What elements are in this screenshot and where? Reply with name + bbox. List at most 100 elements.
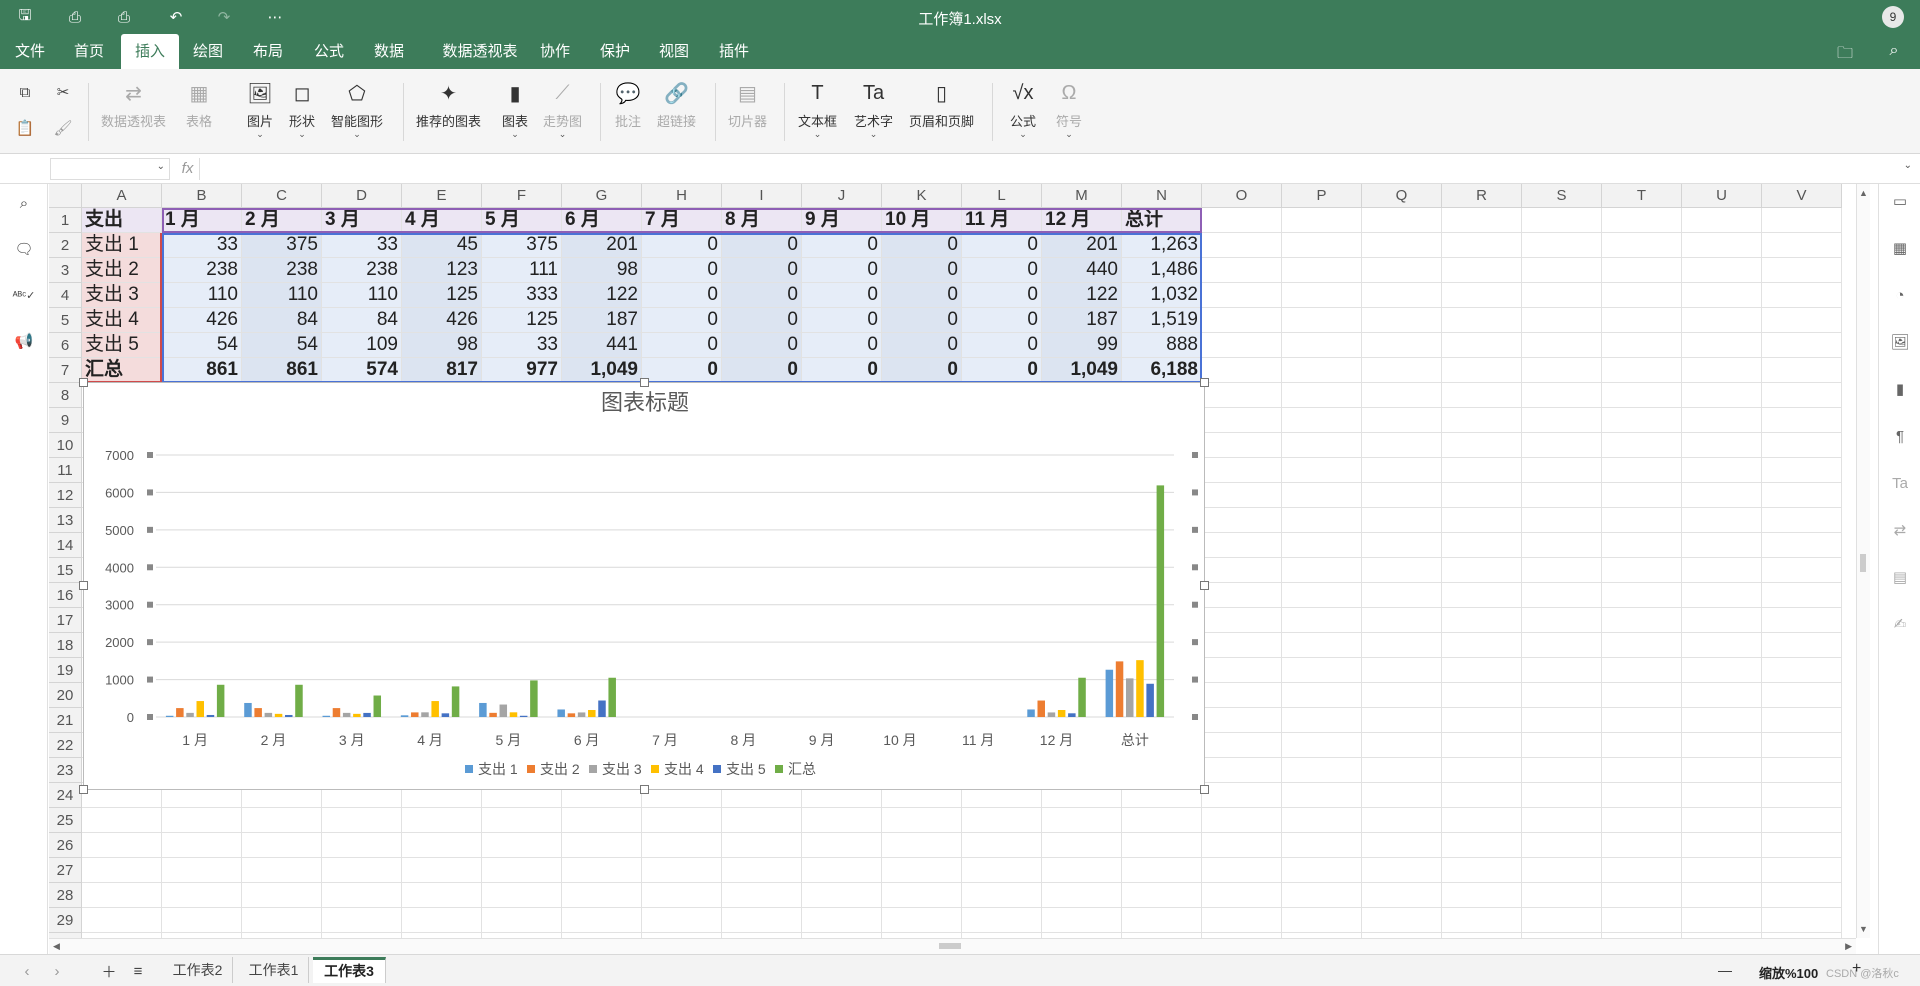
save-icon[interactable]: 🖫 <box>14 7 36 27</box>
row-header[interactable]: 27 <box>49 858 82 883</box>
table-cell[interactable]: 54 <box>162 333 242 358</box>
grid-cell[interactable] <box>1202 708 1282 733</box>
column-header[interactable]: R <box>1442 184 1522 208</box>
table-cell[interactable]: 1 月 <box>162 208 242 233</box>
textart-settings-icon[interactable]: Ta <box>1889 472 1911 494</box>
grid-cell[interactable] <box>1442 308 1522 333</box>
grid-cell[interactable] <box>82 858 162 883</box>
cut-icon[interactable]: ✂ <box>52 81 74 103</box>
grid-cell[interactable] <box>562 833 642 858</box>
grid-cell[interactable] <box>1762 458 1842 483</box>
grid-cell[interactable] <box>1362 558 1442 583</box>
grid-cell[interactable] <box>1762 608 1842 633</box>
grid-cell[interactable] <box>1202 658 1282 683</box>
row-header[interactable]: 16 <box>49 583 82 608</box>
table-cell[interactable]: 1,263 <box>1122 233 1202 258</box>
grid-cell[interactable] <box>802 833 882 858</box>
more-icon[interactable]: ⋯ <box>264 7 286 27</box>
grid-cell[interactable] <box>1522 783 1602 808</box>
grid-cell[interactable] <box>1682 383 1762 408</box>
grid-cell[interactable] <box>1602 708 1682 733</box>
column-header[interactable]: C <box>242 184 322 208</box>
paste-icon[interactable]: 📋 <box>14 117 36 139</box>
grid-cell[interactable] <box>1362 858 1442 883</box>
search-icon[interactable]: ⌕ <box>13 192 35 214</box>
grid-cell[interactable] <box>1122 908 1202 933</box>
table-cell[interactable]: 375 <box>482 233 562 258</box>
grid-cell[interactable] <box>962 883 1042 908</box>
grid-cell[interactable] <box>1202 558 1282 583</box>
column-header[interactable]: V <box>1762 184 1842 208</box>
column-header[interactable]: O <box>1202 184 1282 208</box>
grid-cell[interactable] <box>1202 208 1282 233</box>
row-header[interactable]: 11 <box>49 458 82 483</box>
grid-cell[interactable] <box>1442 908 1522 933</box>
grid-cell[interactable] <box>1042 808 1122 833</box>
grid-cell[interactable] <box>1202 733 1282 758</box>
grid-cell[interactable] <box>1362 383 1442 408</box>
grid-cell[interactable] <box>1282 858 1362 883</box>
grid-cell[interactable] <box>1762 408 1842 433</box>
grid-cell[interactable] <box>1762 808 1842 833</box>
grid-cell[interactable] <box>1602 558 1682 583</box>
row-header[interactable]: 3 <box>49 258 82 283</box>
grid-cell[interactable] <box>1682 483 1762 508</box>
table-cell[interactable]: 0 <box>882 333 962 358</box>
grid-cell[interactable] <box>1602 833 1682 858</box>
grid-cell[interactable] <box>1602 333 1682 358</box>
grid-cell[interactable] <box>642 883 722 908</box>
grid-cell[interactable] <box>1682 608 1762 633</box>
grid-cell[interactable] <box>1602 683 1682 708</box>
grid-cell[interactable] <box>1202 783 1282 808</box>
table-cell[interactable]: 861 <box>162 358 242 383</box>
grid-cell[interactable] <box>1282 333 1362 358</box>
grid-cell[interactable] <box>1442 708 1522 733</box>
grid-cell[interactable] <box>1682 783 1762 808</box>
grid-cell[interactable] <box>1522 883 1602 908</box>
table-cell[interactable]: 5 月 <box>482 208 562 233</box>
grid-cell[interactable] <box>1762 283 1842 308</box>
zoom-out-button[interactable]: — <box>1718 962 1732 978</box>
grid-cell[interactable] <box>1282 408 1362 433</box>
select-all-corner[interactable] <box>49 184 82 208</box>
grid-cell[interactable] <box>1362 633 1442 658</box>
grid-cell[interactable] <box>1762 733 1842 758</box>
grid-cell[interactable] <box>1522 458 1602 483</box>
table-cell[interactable]: 441 <box>562 333 642 358</box>
grid-cell[interactable] <box>1522 508 1602 533</box>
grid-cell[interactable] <box>1762 208 1842 233</box>
grid-cell[interactable] <box>402 858 482 883</box>
grid-cell[interactable] <box>1442 758 1522 783</box>
resize-handle[interactable] <box>1200 785 1209 794</box>
table-cell[interactable]: 0 <box>882 283 962 308</box>
grid-cell[interactable] <box>1442 633 1522 658</box>
grid-cell[interactable] <box>162 883 242 908</box>
table-cell[interactable]: 817 <box>402 358 482 383</box>
grid-cell[interactable] <box>722 908 802 933</box>
grid-cell[interactable] <box>1762 533 1842 558</box>
grid-cell[interactable] <box>1682 533 1762 558</box>
table-cell[interactable]: 2 月 <box>242 208 322 233</box>
prev-sheet-icon[interactable]: ‹ <box>16 960 38 982</box>
grid-cell[interactable] <box>1682 683 1762 708</box>
grid-cell[interactable] <box>1202 358 1282 383</box>
row-header[interactable]: 25 <box>49 808 82 833</box>
grid-cell[interactable] <box>322 833 402 858</box>
grid-cell[interactable] <box>1602 883 1682 908</box>
grid-cell[interactable] <box>1522 408 1602 433</box>
grid-cell[interactable] <box>402 883 482 908</box>
table-cell[interactable]: 0 <box>802 233 882 258</box>
row-header[interactable]: 6 <box>49 333 82 358</box>
table-cell[interactable]: 9 月 <box>802 208 882 233</box>
grid-cell[interactable] <box>1442 258 1522 283</box>
table-cell[interactable]: 0 <box>802 358 882 383</box>
grid-cell[interactable] <box>802 808 882 833</box>
tab-layout[interactable]: 布局 <box>245 34 291 69</box>
grid-cell[interactable] <box>1682 908 1762 933</box>
grid-cell[interactable] <box>1602 383 1682 408</box>
table-cell[interactable]: 0 <box>642 308 722 333</box>
grid-cell[interactable] <box>1042 833 1122 858</box>
table-cell[interactable]: 574 <box>322 358 402 383</box>
grid-cell[interactable] <box>162 858 242 883</box>
row-header[interactable]: 8 <box>49 383 82 408</box>
